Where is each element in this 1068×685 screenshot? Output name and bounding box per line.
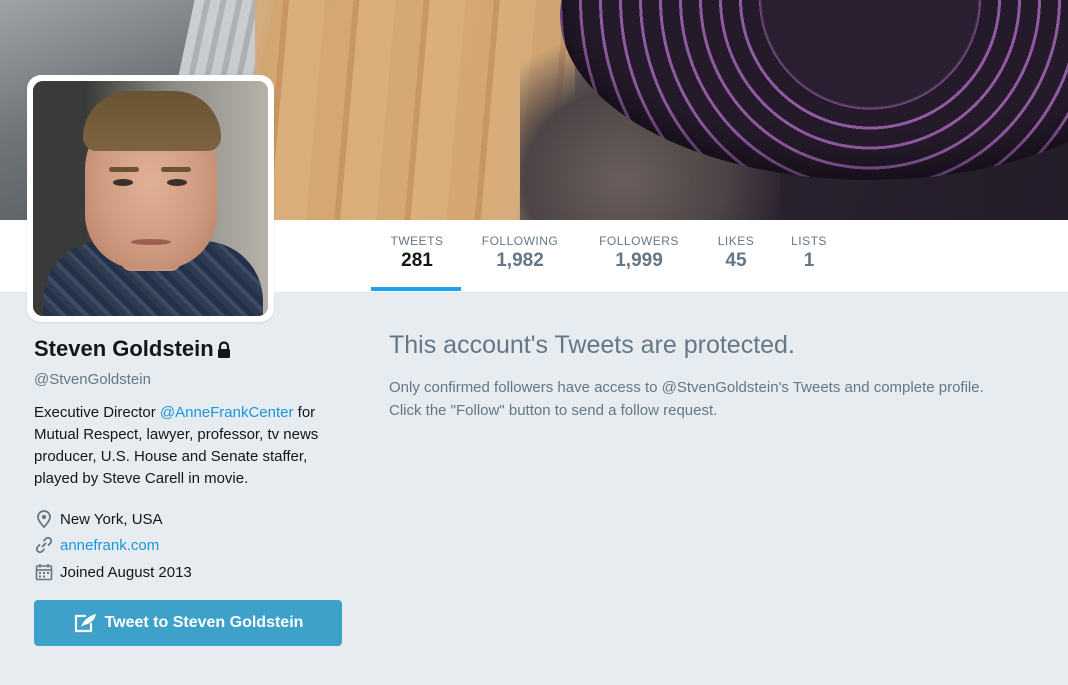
protected-line-1: Only confirmed followers have access to …: [389, 379, 984, 396]
nav-lists[interactable]: LISTS 1: [790, 234, 828, 272]
nav-following-value: 1,982: [496, 250, 544, 271]
profile-joined: Joined August 2013: [34, 562, 192, 582]
profile-bio: Executive Director @AnneFrankCenter for …: [34, 402, 334, 490]
nav-likes[interactable]: LIKES 45: [716, 234, 756, 272]
tweet-to-button[interactable]: Tweet to Steven Goldstein: [34, 600, 342, 646]
nav-followers[interactable]: FOLLOWERS 1,999: [596, 234, 682, 272]
location-icon: [34, 509, 54, 529]
active-tab-indicator: [371, 287, 461, 291]
nav-followers-label: FOLLOWERS: [599, 234, 679, 248]
calendar-icon: [34, 562, 54, 582]
avatar-photo: [33, 81, 268, 316]
nav-tweets-value: 281: [401, 250, 433, 271]
bio-mention-link[interactable]: @AnneFrankCenter: [160, 404, 294, 421]
lock-icon: [216, 341, 232, 359]
tweet-to-label: Tweet to Steven Goldstein: [104, 614, 304, 631]
compose-icon: [73, 612, 99, 634]
nav-tweets-label: TWEETS: [390, 234, 444, 248]
avatar-eye-left: [113, 179, 133, 186]
link-icon: [34, 535, 54, 555]
avatar-mouth: [131, 239, 171, 245]
nav-tweets[interactable]: TWEETS 281: [390, 234, 444, 272]
profile-name[interactable]: Steven Goldstein: [34, 336, 214, 362]
avatar-brow-right: [161, 167, 191, 172]
nav-lists-label: LISTS: [791, 234, 827, 248]
profile-website: annefrank.com: [34, 535, 159, 555]
nav-followers-value: 1,999: [615, 250, 663, 271]
nav-following[interactable]: FOLLOWING 1,982: [479, 234, 561, 272]
location-text: New York, USA: [60, 510, 163, 528]
protected-title: This account's Tweets are protected.: [389, 331, 795, 359]
profile-location: New York, USA: [34, 509, 163, 529]
avatar[interactable]: [27, 75, 274, 322]
profile-name-row: Steven Goldstein: [34, 336, 232, 362]
website-link[interactable]: annefrank.com: [60, 537, 159, 554]
nav-likes-label: LIKES: [717, 234, 755, 248]
protected-description: Only confirmed followers have access to …: [389, 376, 1059, 422]
nav-lists-value: 1: [803, 250, 815, 271]
bio-prefix: Executive Director: [34, 404, 160, 421]
avatar-eye-right: [167, 179, 187, 186]
nav-likes-value: 45: [725, 250, 747, 271]
avatar-brow-left: [109, 167, 139, 172]
nav-following-label: FOLLOWING: [481, 234, 559, 248]
avatar-hair: [83, 91, 221, 151]
profile-handle[interactable]: @StvenGoldstein: [34, 371, 151, 388]
joined-text: Joined August 2013: [60, 563, 192, 581]
protected-line-2: Click the "Follow" button to send a foll…: [389, 402, 718, 419]
